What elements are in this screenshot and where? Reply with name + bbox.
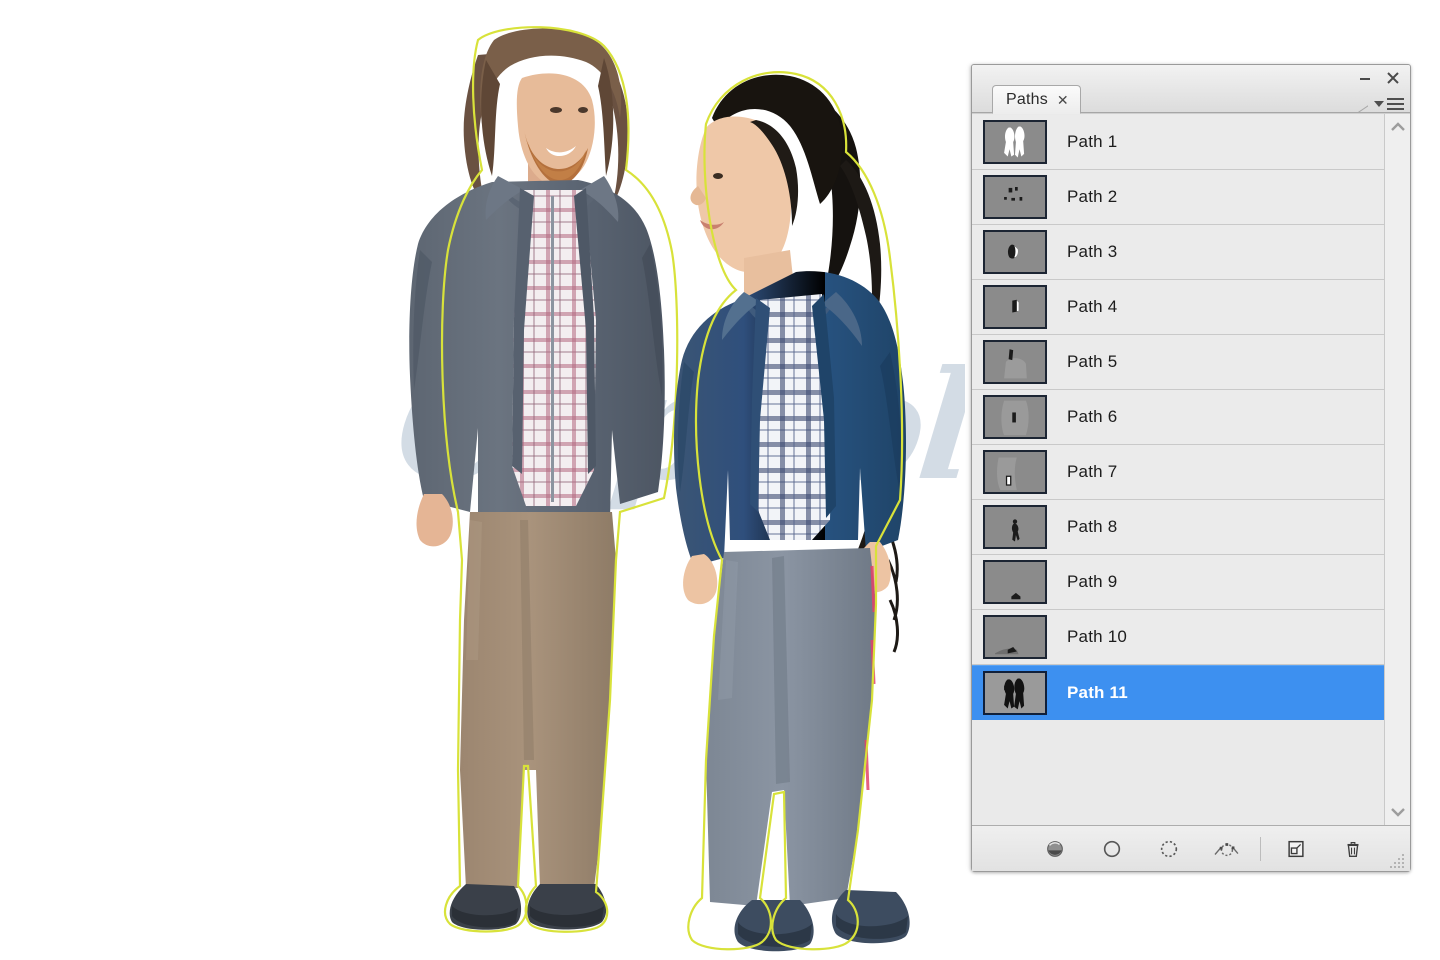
path-thumbnail[interactable] xyxy=(983,670,1047,715)
path-thumbnail[interactable] xyxy=(983,395,1047,439)
path-thumbnail[interactable] xyxy=(983,230,1047,274)
subject-woman xyxy=(674,71,910,952)
fill-path-button[interactable] xyxy=(1026,829,1083,869)
list-scrollbar[interactable] xyxy=(1384,114,1410,825)
footer-tool-group xyxy=(972,829,1381,869)
tab-close-icon[interactable]: ✕ xyxy=(1057,93,1069,107)
resize-grip-icon[interactable] xyxy=(1390,852,1406,868)
path-thumbnail[interactable] xyxy=(983,615,1047,659)
image-canvas[interactable]: ClipColor xyxy=(0,0,965,960)
path-row[interactable]: Path 1 xyxy=(972,115,1384,170)
stroke-path-button[interactable] xyxy=(1083,829,1140,869)
path-thumbnail[interactable] xyxy=(983,175,1047,219)
panel-menu-icon[interactable] xyxy=(1374,98,1404,110)
path-row[interactable]: Path 10 xyxy=(972,610,1384,665)
path-row-label: Path 5 xyxy=(1067,352,1118,371)
clipped-subjects-image[interactable] xyxy=(0,0,965,960)
path-row-label: Path 10 xyxy=(1067,627,1128,646)
path-row-label: Path 9 xyxy=(1067,572,1118,591)
chevron-down-icon xyxy=(1374,101,1384,107)
path-row-label: Path 11 xyxy=(1067,682,1128,702)
subject-man xyxy=(409,26,679,933)
path-thumbnail[interactable] xyxy=(983,285,1047,329)
scroll-up-arrow-icon[interactable] xyxy=(1388,119,1408,135)
app-window: ClipColor xyxy=(0,0,1440,960)
toolbar-divider xyxy=(1260,836,1261,861)
scroll-down-arrow-icon[interactable] xyxy=(1388,804,1408,820)
window-controls xyxy=(1356,69,1402,87)
make-work-path-button[interactable] xyxy=(1197,829,1254,869)
path-row[interactable]: Path 2 xyxy=(972,170,1384,225)
minimize-icon[interactable] xyxy=(1356,69,1374,87)
path-row[interactable]: Path 8 xyxy=(972,500,1384,555)
tab-paths-label: Paths xyxy=(1006,90,1048,108)
hamburger-icon xyxy=(1387,98,1404,110)
path-row-label: Path 6 xyxy=(1067,407,1118,426)
path-thumbnail[interactable] xyxy=(983,450,1047,494)
path-row[interactable]: Path 11 xyxy=(972,665,1384,720)
path-row-label: Path 8 xyxy=(1067,517,1118,536)
path-row[interactable]: Path 4 xyxy=(972,280,1384,335)
path-row[interactable]: Path 5 xyxy=(972,335,1384,390)
paths-panel: Paths ✕ Path 1 Path 2 Path 3 Path 4 Path 5 Pa… xyxy=(971,64,1411,872)
path-list[interactable]: Path 1 Path 2 Path 3 Path 4 Path 5 Path 6 Path… xyxy=(972,114,1384,825)
path-thumbnail[interactable] xyxy=(983,560,1047,604)
panel-footer-toolbar xyxy=(972,825,1410,871)
tab-paths[interactable]: Paths ✕ xyxy=(992,85,1081,114)
tab-strip-notch xyxy=(1342,96,1368,112)
path-row-label: Path 2 xyxy=(1067,187,1118,206)
path-row[interactable]: Path 9 xyxy=(972,555,1384,610)
path-row-label: Path 7 xyxy=(1067,462,1118,481)
path-row-label: Path 1 xyxy=(1067,132,1118,151)
path-row-label: Path 3 xyxy=(1067,242,1118,261)
path-thumbnail[interactable] xyxy=(983,340,1047,384)
path-row[interactable]: Path 7 xyxy=(972,445,1384,500)
load-selection-button[interactable] xyxy=(1140,829,1197,869)
path-row[interactable]: Path 3 xyxy=(972,225,1384,280)
new-path-button[interactable] xyxy=(1267,829,1324,869)
path-row[interactable]: Path 6 xyxy=(972,390,1384,445)
path-row-label: Path 4 xyxy=(1067,297,1118,316)
path-thumbnail[interactable] xyxy=(983,120,1047,164)
delete-path-button[interactable] xyxy=(1324,829,1381,869)
panel-body: Path 1 Path 2 Path 3 Path 4 Path 5 Path 6 Path… xyxy=(972,113,1410,825)
panel-titlebar: Paths ✕ xyxy=(972,65,1410,114)
close-icon[interactable] xyxy=(1384,69,1402,87)
path-thumbnail[interactable] xyxy=(983,505,1047,549)
